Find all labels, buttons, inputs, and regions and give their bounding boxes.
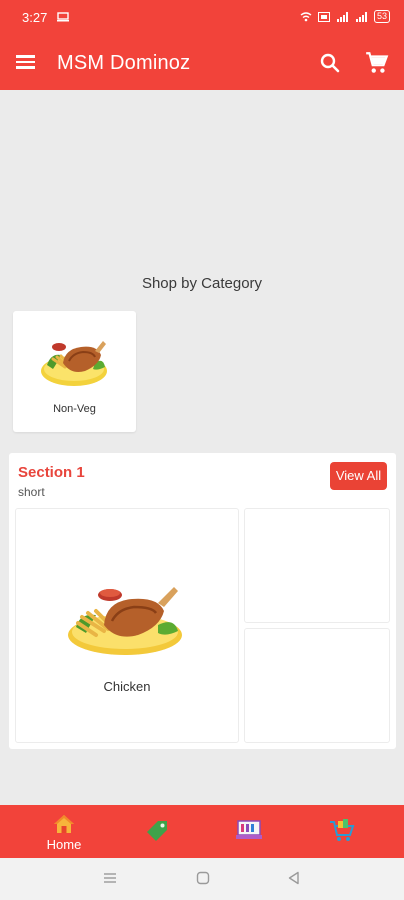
wifi-icon [300, 11, 312, 21]
nav-home[interactable]: Home [38, 805, 90, 858]
status-bar: 3:27 53 [0, 0, 404, 36]
signal-icon [355, 11, 367, 22]
product-label: Chicken [103, 679, 151, 694]
home-square-icon[interactable] [196, 871, 210, 885]
nav-home-label: Home [46, 837, 82, 852]
section-title: Section 1 [18, 464, 85, 481]
orders-icon [236, 820, 262, 839]
offers-tag-icon [147, 821, 167, 841]
product-tile-empty-bottom[interactable] [244, 628, 390, 743]
shopping-cart-icon[interactable] [364, 50, 390, 76]
home-icon [54, 815, 74, 833]
app-bar: MSM Dominoz [0, 36, 404, 90]
category-card-non-veg[interactable]: Non-Veg [13, 311, 136, 432]
recents-icon[interactable] [103, 871, 117, 885]
status-time: 3:27 [22, 10, 48, 25]
product-section: Section 1 short View All Chicken [9, 453, 396, 749]
nav-cart[interactable] [327, 805, 357, 858]
battery-icon: 53 [373, 10, 390, 23]
back-triangle-icon[interactable] [287, 871, 301, 885]
volte-icon [317, 11, 330, 22]
section-subtitle: short [18, 485, 45, 499]
hamburger-menu-icon[interactable] [16, 51, 40, 75]
product-tile-chicken[interactable]: Chicken [15, 508, 239, 743]
system-navigation-bar [0, 858, 404, 900]
app-title: MSM Dominoz [57, 52, 191, 74]
signal-icon [336, 11, 348, 22]
nav-orders[interactable] [234, 805, 264, 858]
category-label: Non-Veg [53, 403, 96, 415]
shop-by-category-heading: Shop by Category [141, 275, 263, 292]
screen-record-icon [57, 12, 69, 22]
product-tile-empty-top[interactable] [244, 508, 390, 623]
status-icons: 53 [300, 10, 390, 23]
bottom-navigation: Home [0, 805, 404, 858]
view-all-button[interactable]: View All [330, 462, 387, 490]
nav-offers[interactable] [142, 805, 172, 858]
category-image [41, 341, 107, 386]
battery-level: 53 [376, 11, 387, 21]
search-icon[interactable] [318, 51, 342, 75]
product-image [68, 587, 182, 655]
cart-icon [330, 819, 355, 841]
